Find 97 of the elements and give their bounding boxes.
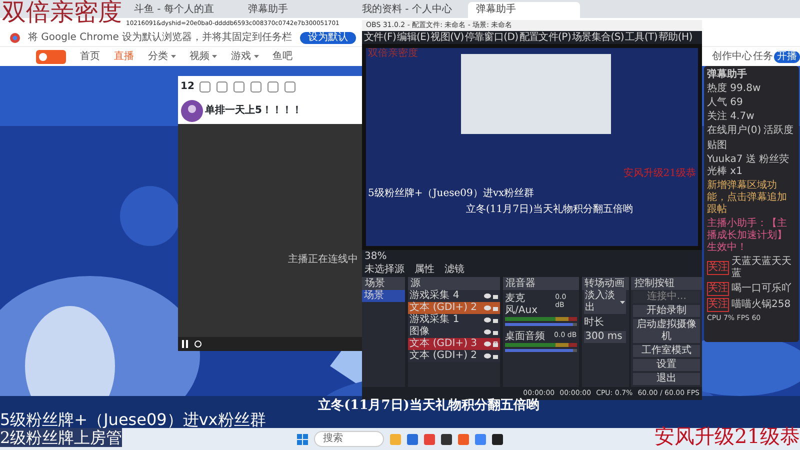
dock-title: 源 xyxy=(408,277,500,290)
menu-item[interactable]: 场景集合(S) xyxy=(572,32,624,44)
avatar-icon xyxy=(180,100,202,122)
caret-icon xyxy=(620,300,626,304)
menu-item[interactable]: 配置文件(P) xyxy=(519,32,571,44)
browser-tab[interactable]: 我的资料 - 个人中心 xyxy=(354,2,466,18)
stat-text: 关注 4.7w xyxy=(707,111,756,123)
source-item[interactable]: 图像 xyxy=(408,326,500,338)
overlay-text: 安风升级21级恭 xyxy=(623,168,696,180)
menu-item[interactable]: 文件(F) xyxy=(364,32,396,44)
source-toolbar-button[interactable]: 属性 xyxy=(414,264,434,276)
menu-item[interactable]: 帮助(H) xyxy=(658,32,692,44)
zoom-label: 38% xyxy=(364,250,387,262)
source-item[interactable]: 文本 (GDI+) 2 xyxy=(408,350,500,362)
source-toolbar-button[interactable]: 滤镜 xyxy=(444,264,464,276)
nav-link[interactable]: 视频 xyxy=(190,50,210,62)
duration-label: 时长 xyxy=(584,316,606,328)
panel-tab[interactable]: 在线用户(0) xyxy=(707,125,762,137)
channel-name: 桌面音频 xyxy=(505,330,546,342)
source-item[interactable]: 游戏采集 1 xyxy=(408,314,500,326)
menu-item[interactable]: 视图(V) xyxy=(430,32,464,44)
channel-name: 麦克风/Aux xyxy=(505,292,539,316)
dock-title: 控制按钮 xyxy=(631,277,702,290)
nav-link[interactable]: 游戏 xyxy=(231,50,251,62)
set-default-button[interactable]: 设为默认 xyxy=(300,32,356,44)
stream-title: 单排一天上5！！！！ xyxy=(205,105,302,117)
follow-tag: 关注 xyxy=(707,298,729,312)
follow-tag: 关注 xyxy=(707,260,729,274)
toolbar-icon[interactable] xyxy=(199,81,212,93)
refresh-icon[interactable] xyxy=(194,340,202,348)
search-field[interactable]: 搜索 xyxy=(314,431,384,447)
pause-icon[interactable] xyxy=(180,340,188,348)
fan-name: 喵喵火锅258 xyxy=(732,298,791,310)
toolbar-icon[interactable] xyxy=(216,81,228,93)
browser-tab[interactable]: 弹幕助手 xyxy=(468,2,580,18)
toolbar-icon[interactable] xyxy=(284,81,296,93)
level-meter xyxy=(505,316,577,320)
overlay-text: 5级粉丝牌+（Juese09）进vx粉丝群 xyxy=(368,188,534,200)
dock-title: 转场动画 xyxy=(582,277,629,290)
unlock-icon[interactable] xyxy=(493,353,498,359)
unlock-icon[interactable] xyxy=(493,317,498,323)
nav-link[interactable]: 任务 xyxy=(753,50,773,62)
toolbar-icon[interactable] xyxy=(250,81,262,93)
transition-select[interactable]: 淡入淡出 xyxy=(584,290,626,314)
duration-field[interactable]: 300 ms xyxy=(584,331,626,343)
control-button[interactable]: 开始录制 xyxy=(633,305,700,317)
source-item[interactable]: 文本 (GDI+) 3 xyxy=(408,338,500,350)
infobar-text: 将 Google Chrome 设为默认浏览器，并将其固定到任务栏 xyxy=(28,32,292,44)
source-item[interactable]: 游戏采集 4 xyxy=(408,290,500,302)
overlay-text: 双倍亲密度 xyxy=(2,0,122,27)
scene-item[interactable]: 场景 xyxy=(362,290,406,302)
gift-message: Yuuka7 送 粉丝荧光棒 x1 xyxy=(707,154,790,178)
menu-item[interactable]: 停靠窗口(D) xyxy=(464,32,518,44)
app-icon[interactable] xyxy=(441,434,452,444)
stat-text: 人气 69 xyxy=(707,97,744,109)
toolbar-icon[interactable] xyxy=(267,81,280,93)
helper-message: 主播小助手：【主播成长加速计划】生效中！ xyxy=(707,218,788,254)
nav-link[interactable]: 鱼吧 xyxy=(272,50,292,62)
start-icon[interactable] xyxy=(297,434,308,444)
no-source-label: 未选择源 xyxy=(364,264,404,276)
overlay-text: 安风升级21级恭 xyxy=(654,424,800,448)
nav-link[interactable]: 分类 xyxy=(148,50,168,62)
lock-icon[interactable] xyxy=(493,341,498,347)
follow-tag: 关注 xyxy=(707,282,729,296)
overlay-text: 5级粉丝牌+（Juese09）进vx粉丝群 xyxy=(0,410,266,430)
panel-title: 弹幕助手 xyxy=(707,69,748,81)
dock-title: 混音器 xyxy=(502,277,580,290)
toolbar-icon[interactable] xyxy=(233,81,246,93)
browser-tab[interactable]: 斗鱼 - 每个人的直 xyxy=(126,2,238,18)
site-logo-icon xyxy=(36,50,66,64)
overlay-text: 立冬(11月7日)当天礼物积分翻五倍哟 xyxy=(466,204,633,216)
unlock-icon[interactable] xyxy=(493,329,498,335)
chrome-icon xyxy=(10,33,20,43)
control-button[interactable]: 设置 xyxy=(633,359,700,371)
menu-item[interactable]: 编辑(E) xyxy=(397,32,430,44)
panel-tab[interactable]: 活跃度 xyxy=(764,125,794,137)
browser-tab[interactable]: 弹幕助手 xyxy=(240,2,352,18)
menu-item[interactable]: 工具(T) xyxy=(625,32,658,44)
video-status-text: 主播正在连线中 xyxy=(288,254,358,266)
control-button[interactable]: 工作室模式 xyxy=(633,345,700,357)
overlay-text: 2级粉丝牌上房管 xyxy=(0,428,122,448)
score-value: 12 xyxy=(180,81,194,93)
nav-link[interactable]: 创作中心 xyxy=(712,50,752,62)
fan-name: 天蓝天蓝天天蓝 xyxy=(732,256,792,280)
control-button[interactable]: 退出 xyxy=(633,373,700,385)
level-meter xyxy=(505,342,577,346)
nav-link[interactable]: 首页 xyxy=(80,50,100,62)
unlock-icon[interactable] xyxy=(493,293,498,299)
overlay-text: 立冬(11月7日)当天礼物积分翻五倍哟 xyxy=(318,398,540,414)
nav-link[interactable]: 开播 xyxy=(774,50,800,62)
control-button[interactable]: 启动虚拟摄像机 xyxy=(633,319,700,343)
notice-message: 新增弹幕区域功能，点击弹幕追加跟帖 xyxy=(707,180,788,216)
panel-tab[interactable]: 贴图 xyxy=(707,140,727,152)
fan-name: 喝一口可乐吖 xyxy=(732,282,792,294)
stat-text: 热度 99.8w xyxy=(707,83,762,95)
dock-title: 场景 xyxy=(362,277,406,290)
app-icon[interactable] xyxy=(492,434,503,444)
